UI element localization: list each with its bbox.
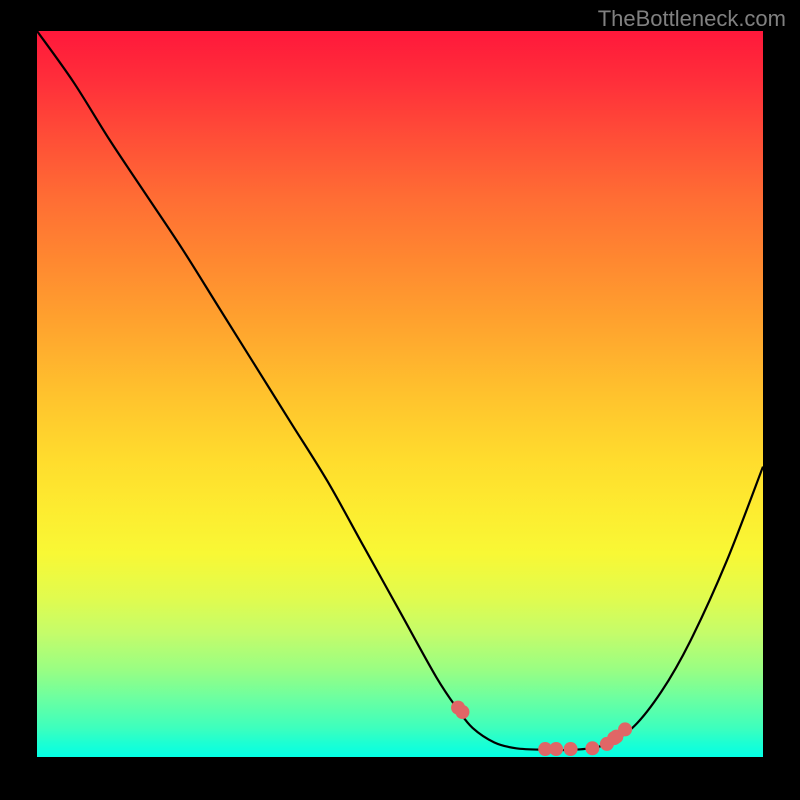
marker-dot [618, 722, 632, 736]
curve-markers [451, 701, 632, 756]
watermark-text: TheBottleneck.com [598, 6, 786, 32]
marker-dot [455, 705, 469, 719]
bottleneck-curve [37, 31, 763, 750]
marker-dot [585, 741, 599, 755]
marker-dot [549, 742, 563, 756]
plot-area [37, 31, 763, 757]
chart-container: TheBottleneck.com [0, 0, 800, 800]
curve-overlay [37, 31, 763, 757]
marker-dot [564, 742, 578, 756]
